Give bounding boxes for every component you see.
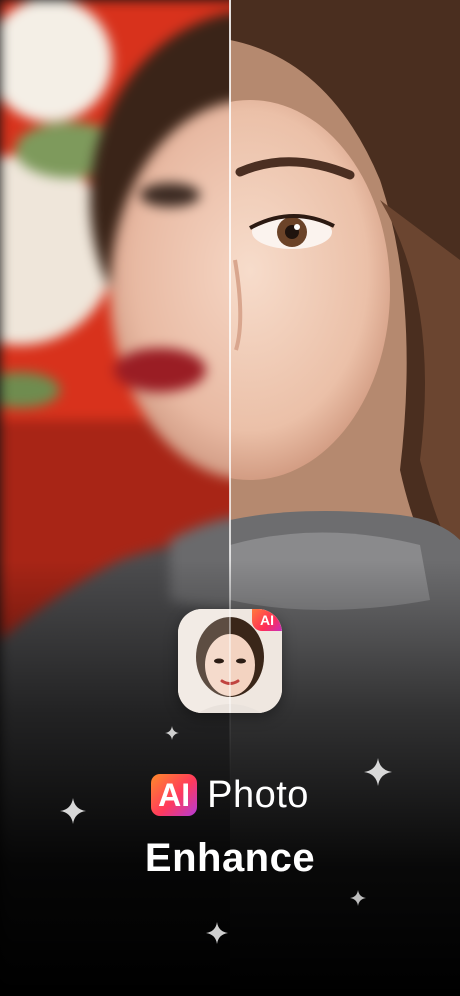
sparkle-icon xyxy=(206,922,228,944)
headline-line-2: Enhance xyxy=(144,836,316,880)
headline-line-1: Photo xyxy=(207,774,309,816)
app-icon-ai-badge: AI xyxy=(252,609,282,631)
sparkle-icon xyxy=(165,726,179,740)
app-icon: AI xyxy=(178,609,282,713)
sparkle-icon xyxy=(350,890,366,906)
ai-badge: AI xyxy=(151,774,198,816)
screen: AI AI Photo Enhance xyxy=(0,0,460,996)
headline-row: AI Photo xyxy=(0,770,460,820)
